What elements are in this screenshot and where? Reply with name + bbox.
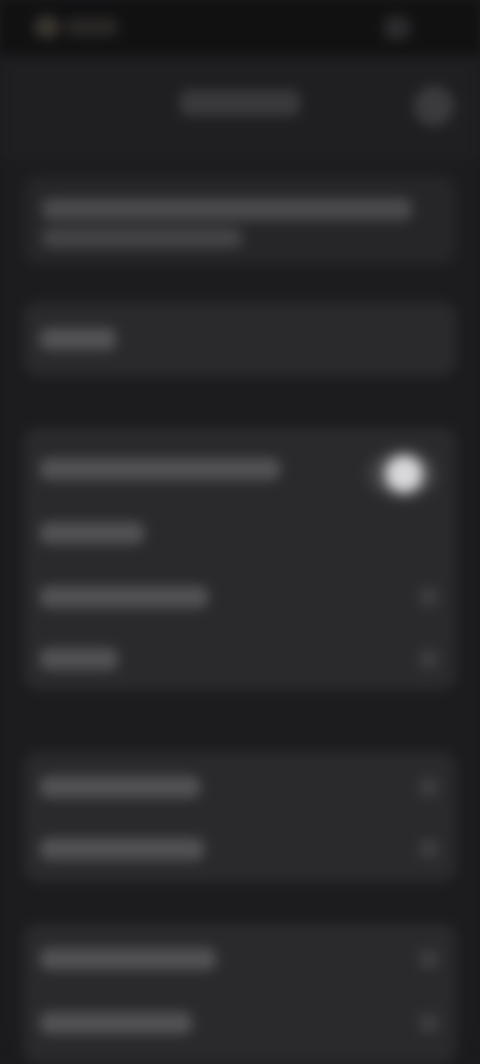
settings-group-3 xyxy=(24,924,456,1064)
circle-button-icon[interactable] xyxy=(414,86,454,126)
description-banner xyxy=(24,176,456,264)
row-label xyxy=(40,648,118,670)
list-item[interactable] xyxy=(24,436,456,500)
row-label xyxy=(40,458,280,480)
row-label xyxy=(40,586,208,608)
chevron-right-icon xyxy=(420,650,438,668)
single-card-label xyxy=(40,328,116,350)
list-item[interactable] xyxy=(24,754,456,818)
page-title xyxy=(180,90,300,116)
chevron-right-icon xyxy=(420,840,438,858)
row-label xyxy=(40,522,144,544)
status-bar xyxy=(0,0,480,56)
list-item[interactable] xyxy=(24,564,456,628)
settings-group-2 xyxy=(24,752,456,882)
list-item[interactable] xyxy=(24,990,456,1054)
row-label xyxy=(40,948,216,970)
list-item[interactable] xyxy=(24,816,456,880)
settings-card-single[interactable] xyxy=(24,302,456,376)
row-label xyxy=(40,776,200,798)
feature-toggle[interactable] xyxy=(366,454,438,494)
list-item[interactable] xyxy=(24,626,456,690)
list-item[interactable] xyxy=(24,500,456,564)
list-item[interactable] xyxy=(24,926,456,990)
chevron-right-icon xyxy=(420,588,438,606)
header xyxy=(0,56,480,160)
app-indicator-icon xyxy=(34,16,60,38)
row-label xyxy=(40,1012,192,1034)
banner-text-line-2 xyxy=(42,228,242,248)
status-time xyxy=(66,18,118,36)
chevron-right-icon xyxy=(420,950,438,968)
settings-group-1 xyxy=(24,428,456,690)
blurred-screen xyxy=(0,0,480,1064)
status-indicator-icon xyxy=(384,16,410,40)
row-label xyxy=(40,838,204,860)
banner-text-line-1 xyxy=(42,198,412,220)
chevron-right-icon xyxy=(420,1014,438,1032)
chevron-right-icon xyxy=(420,778,438,796)
toggle-knob xyxy=(386,456,422,492)
